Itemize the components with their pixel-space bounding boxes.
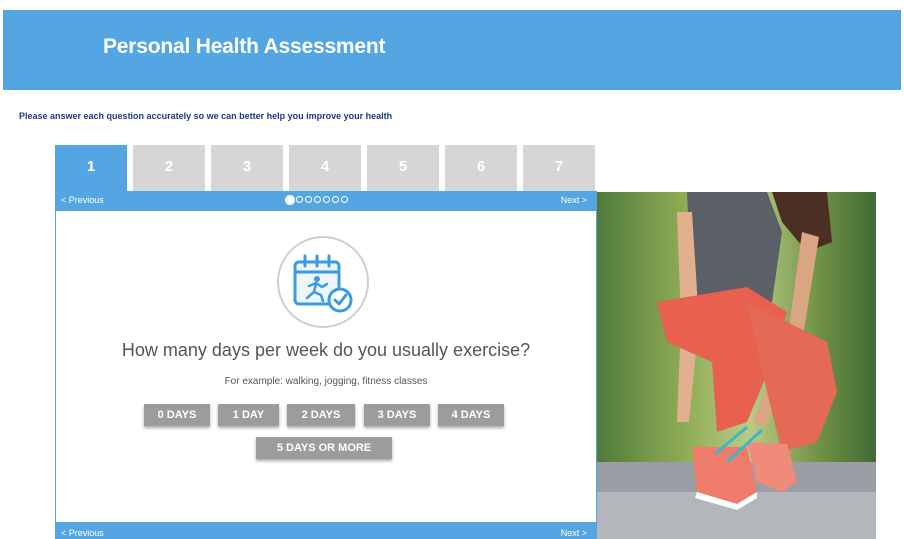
next-link-bottom[interactable]: Next >: [561, 528, 587, 538]
tab-step-2[interactable]: 2: [133, 145, 205, 191]
option-0-days-button[interactable]: 0 DAYS: [144, 404, 210, 426]
progress-dot: [332, 196, 339, 203]
tab-step-1[interactable]: 1: [55, 145, 127, 191]
progress-dot: [314, 196, 321, 203]
runner-tying-shoe-image: [597, 192, 876, 539]
tab-step-6[interactable]: 6: [445, 145, 517, 191]
progress-dot: [296, 196, 303, 203]
calendar-runner-icon: [293, 254, 353, 313]
option-4-days-button[interactable]: 4 DAYS: [438, 404, 504, 426]
tab-step-7[interactable]: 7: [523, 145, 595, 191]
previous-link-bottom[interactable]: < Previous: [61, 528, 104, 538]
tab-step-5[interactable]: 5: [367, 145, 439, 191]
option-5-days-or-more-button[interactable]: 5 DAYS OR MORE: [256, 437, 392, 459]
instructions-text: Please answer each question accurately s…: [19, 111, 393, 121]
previous-link[interactable]: < Previous: [61, 195, 104, 205]
progress-dot: [323, 196, 330, 203]
top-nav-bar: < Previous Next >: [55, 191, 597, 211]
tab-step-3[interactable]: 3: [211, 145, 283, 191]
option-3-days-button[interactable]: 3 DAYS: [364, 404, 430, 426]
progress-dot: [305, 196, 312, 203]
option-2-days-button[interactable]: 2 DAYS: [287, 404, 355, 426]
question-text: How many days per week do you usually ex…: [121, 340, 531, 360]
progress-dot-active: [285, 195, 295, 205]
app-header: Personal Health Assessment: [3, 10, 901, 90]
next-link[interactable]: Next >: [561, 195, 587, 205]
page-title: Personal Health Assessment: [103, 35, 386, 58]
option-1-day-button[interactable]: 1 DAY: [218, 404, 279, 426]
calendar-exercise-icon: [277, 236, 369, 328]
progress-dot: [341, 196, 348, 203]
bottom-nav-bar: < Previous Next >: [55, 522, 597, 539]
runner-photo: [597, 192, 876, 539]
question-example: For example: walking, jogging, fitness c…: [224, 376, 428, 387]
tab-step-4[interactable]: 4: [289, 145, 361, 191]
